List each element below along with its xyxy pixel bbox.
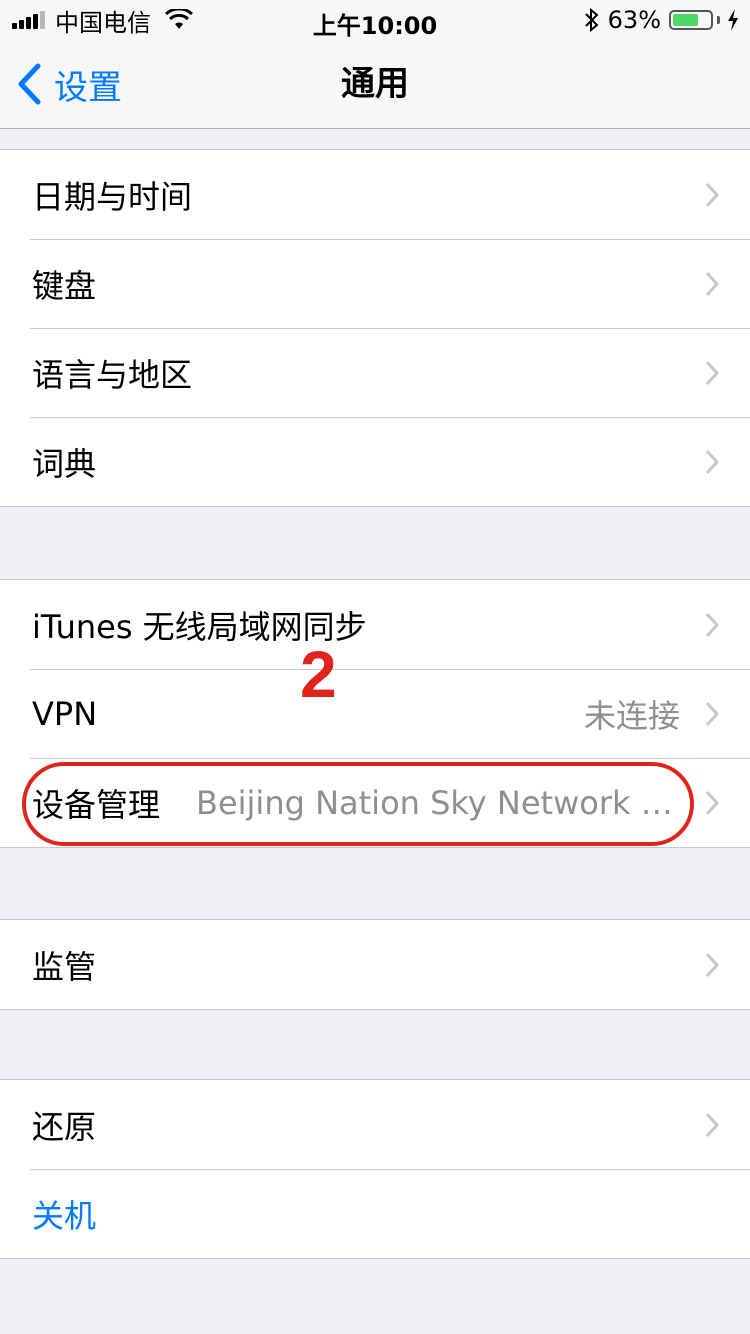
chevron-right-icon xyxy=(705,701,720,726)
battery-icon xyxy=(669,10,713,30)
battery-tip xyxy=(717,16,720,24)
cell-language-region[interactable]: 语言与地区 xyxy=(0,328,750,417)
chevron-right-icon xyxy=(705,360,720,385)
cell-itunes-wifi-sync[interactable]: iTunes 无线局域网同步 xyxy=(0,580,750,669)
chevron-right-icon xyxy=(705,1112,720,1137)
annotation-highlight-ring xyxy=(22,762,694,846)
cell-label: 词典 xyxy=(32,444,97,483)
charging-icon xyxy=(728,9,738,31)
chevron-right-icon xyxy=(705,271,720,296)
chevron-right-icon xyxy=(705,790,720,815)
cell-vpn[interactable]: VPN 未连接 xyxy=(0,669,750,758)
bluetooth-icon xyxy=(584,8,599,32)
annotation-step-number: 2 xyxy=(300,637,337,711)
chevron-right-icon xyxy=(705,449,720,474)
settings-group-general: 日期与时间 键盘 语言与地区 词典 xyxy=(0,149,750,507)
cell-label: VPN xyxy=(32,694,98,733)
cell-label: 日期与时间 xyxy=(32,177,193,216)
cell-dictionary[interactable]: 词典 xyxy=(0,417,750,506)
chevron-right-icon xyxy=(705,182,720,207)
page-title: 通用 xyxy=(341,64,409,104)
cell-supervision[interactable]: 监管 xyxy=(0,920,750,1009)
cell-reset[interactable]: 还原 xyxy=(0,1080,750,1169)
shutdown-label: 关机 xyxy=(32,1196,97,1235)
navigation-bar: 设置 通用 xyxy=(0,40,750,129)
status-bar: 中国电信 上午10:00 63% xyxy=(0,0,750,40)
chevron-right-icon xyxy=(705,952,720,977)
shutdown-button[interactable]: 关机 xyxy=(0,1169,750,1258)
cell-keyboard[interactable]: 键盘 xyxy=(0,239,750,328)
cell-label: 键盘 xyxy=(32,266,97,305)
chevron-right-icon xyxy=(705,612,720,637)
cell-date-time[interactable]: 日期与时间 xyxy=(0,150,750,239)
cell-label: 还原 xyxy=(32,1107,97,1146)
battery-percent: 63% xyxy=(607,6,661,34)
settings-group-supervision: 监管 xyxy=(0,919,750,1010)
vpn-status: 未连接 xyxy=(583,696,680,735)
settings-group-reset: 还原 关机 xyxy=(0,1079,750,1259)
cell-label: 监管 xyxy=(32,947,97,986)
cell-label: 语言与地区 xyxy=(32,355,193,394)
